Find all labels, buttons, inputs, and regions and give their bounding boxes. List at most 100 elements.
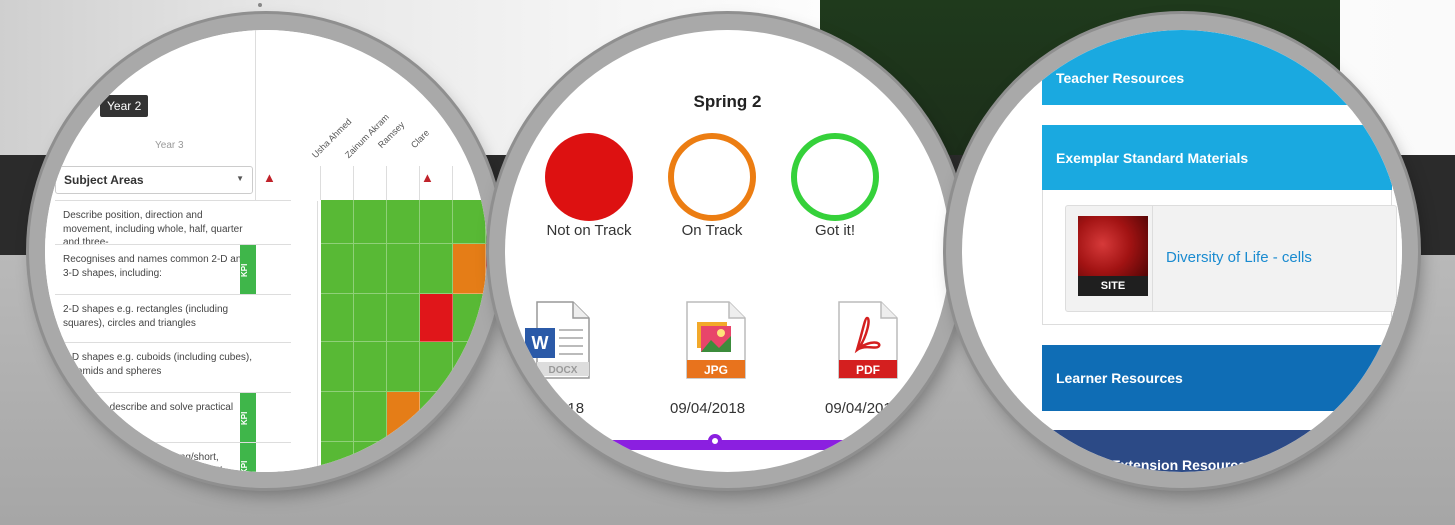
attainment-cell[interactable]	[453, 442, 486, 472]
tracking-grid-lens: Year 2 Year 3 Usha Ahmed Zainum Akram Ra…	[45, 30, 487, 472]
grid-header-cell	[387, 166, 420, 200]
attainment-cell[interactable]	[321, 442, 354, 472]
attainment-cell[interactable]	[321, 294, 354, 342]
on-track-indicator[interactable]	[668, 133, 756, 221]
file-type-label: JPG	[704, 363, 728, 377]
attainment-cell[interactable]	[387, 392, 420, 442]
objective-row[interactable]: 2-D shapes e.g. rectangles (including sq…	[55, 294, 338, 343]
kpi-badge: KPI	[240, 245, 256, 295]
attainment-cell[interactable]	[453, 244, 486, 294]
objective-text: Compare, describe and solve practical pr…	[63, 402, 234, 427]
attainment-cell[interactable]	[486, 244, 487, 294]
site-badge: SITE	[1078, 276, 1148, 296]
status-label: On Track	[681, 222, 743, 239]
attainment-cell[interactable]	[321, 200, 354, 244]
file-type-label: DOCX	[549, 365, 578, 376]
attainment-cell[interactable]	[486, 294, 487, 342]
status-label: Got it!	[814, 222, 855, 239]
attainment-cell[interactable]	[420, 244, 453, 294]
attainment-cell[interactable]	[354, 342, 387, 392]
learner-extension-header[interactable]: Learner Extension Resources	[1042, 430, 1392, 472]
attainment-cell[interactable]	[387, 244, 420, 294]
attainment-cell[interactable]	[453, 294, 486, 342]
resource-thumbnail: SITE	[1078, 216, 1148, 296]
term-title: Spring 2	[693, 92, 762, 111]
timeline-marker[interactable]	[549, 434, 563, 448]
exemplar-materials-body: SITE Diversity of Life - cells	[1042, 190, 1397, 325]
attainment-cell[interactable]	[321, 392, 354, 442]
timeline-marker[interactable]	[867, 434, 881, 448]
grid-header-cell	[354, 166, 387, 200]
attainment-cell[interactable]	[453, 392, 486, 442]
grid-header-cell	[420, 166, 453, 200]
got-it-indicator[interactable]	[791, 133, 879, 221]
objective-text: lengths and heights e.g. long/short, lon…	[63, 452, 222, 472]
year-2-tab[interactable]: Year 2	[100, 95, 149, 117]
grid-header-cell	[453, 166, 486, 200]
grid-header-cell	[321, 166, 354, 200]
objective-row[interactable]: Describe position, direction and movemen…	[55, 200, 338, 248]
attainment-cell[interactable]	[354, 442, 387, 472]
attainment-cell[interactable]	[453, 200, 486, 244]
objective-row[interactable]: 3-D shapes e.g. cuboids (including cubes…	[55, 342, 338, 393]
file-type-label: PDF	[856, 363, 880, 377]
attainment-cell[interactable]	[321, 244, 354, 294]
attainment-cell[interactable]	[486, 442, 487, 472]
svg-text:W: W	[532, 333, 549, 353]
attainment-cell[interactable]	[387, 294, 420, 342]
attainment-cell[interactable]	[420, 442, 453, 472]
attainment-cell[interactable]	[321, 342, 354, 392]
grid-header-cell	[486, 166, 487, 200]
warning-icon: ▲	[263, 170, 276, 185]
kpi-badge: KPI	[240, 393, 256, 443]
resource-card[interactable]: SITE Diversity of Life - cells	[1065, 205, 1397, 312]
objective-row[interactable]: lengths and heights e.g. long/short, lon…	[55, 442, 338, 472]
status-label: Not on Track	[546, 222, 632, 239]
tracking-grid: Year 2 Year 3 Usha Ahmed Zainum Akram Ra…	[45, 30, 487, 472]
objective-text: Recognises and names common 2-D and 3-D …	[63, 254, 247, 279]
resource-link[interactable]: Diversity of Life - cells	[1166, 249, 1312, 266]
attainment-cell[interactable]	[420, 342, 453, 392]
kpi-badge: KPI	[240, 443, 256, 472]
not-on-track-indicator[interactable]	[545, 133, 633, 221]
attainment-cell[interactable]	[387, 442, 420, 472]
attainment-cell[interactable]	[453, 342, 486, 392]
grid-header-cell	[288, 166, 321, 200]
progress-lens: Spring 2 Not on Track On Track Got it! W…	[505, 30, 950, 472]
objective-text: 2-D shapes e.g. rectangles (including sq…	[63, 304, 229, 329]
attainment-cell[interactable]	[486, 392, 487, 442]
file-date: 09/04/2018	[825, 400, 901, 417]
subject-areas-value: Subject Areas	[64, 173, 144, 187]
resources-lens: Teacher Resources Exemplar Standard Mate…	[962, 30, 1402, 472]
teacher-resources-header[interactable]: Teacher Resources	[1042, 30, 1392, 105]
year-3-tab[interactable]: Year 3	[155, 140, 184, 151]
pdf-file-icon[interactable]: PDF	[835, 300, 901, 380]
card-divider	[1152, 206, 1153, 311]
timeline-marker[interactable]	[708, 434, 722, 448]
attainment-cell[interactable]	[486, 200, 487, 244]
timeline-bar	[505, 440, 950, 450]
attainment-cell[interactable]	[387, 200, 420, 244]
objective-row[interactable]: Recognises and names common 2-D and 3-D …	[55, 244, 338, 295]
attainment-cell[interactable]	[420, 392, 453, 442]
learner-resources-header[interactable]: Learner Resources	[1042, 345, 1392, 411]
chevron-down-icon: ▼	[236, 174, 244, 183]
file-date: 09/04/2018	[509, 400, 585, 417]
student-name-header[interactable]: Clare	[409, 128, 431, 150]
attainment-cell[interactable]	[387, 342, 420, 392]
attainment-cell[interactable]	[420, 200, 453, 244]
file-date: 09/04/2018	[670, 400, 746, 417]
decorative-dot	[258, 3, 262, 7]
attainment-cell[interactable]	[420, 294, 453, 342]
attainment-cell[interactable]	[354, 294, 387, 342]
objective-text: 3-D shapes e.g. cuboids (including cubes…	[63, 352, 252, 377]
attainment-cell[interactable]	[354, 244, 387, 294]
attainment-cell[interactable]	[354, 200, 387, 244]
subject-areas-select[interactable]: Subject Areas ▼	[55, 166, 253, 194]
word-file-icon[interactable]: W DOCX	[523, 300, 593, 380]
exemplar-materials-header[interactable]: Exemplar Standard Materials	[1042, 125, 1392, 190]
attainment-cell[interactable]	[354, 392, 387, 442]
objective-row[interactable]: Compare, describe and solve practical pr…	[55, 392, 338, 443]
attainment-cell[interactable]	[486, 342, 487, 392]
jpg-file-icon[interactable]: JPG	[683, 300, 749, 380]
